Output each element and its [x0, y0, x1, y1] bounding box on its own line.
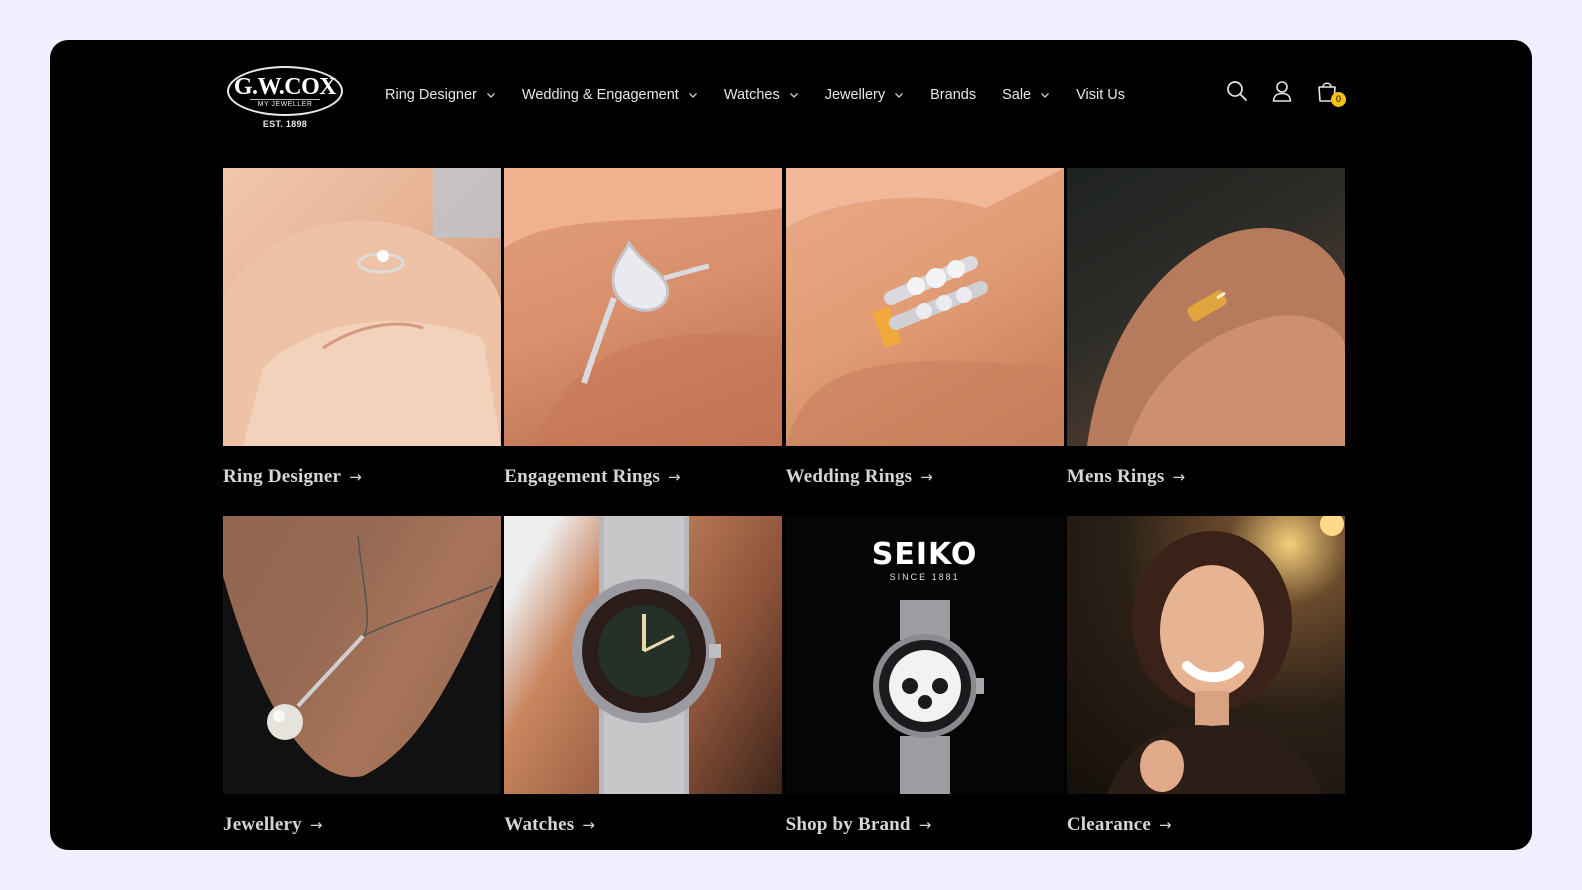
- category-label: Wedding Rings: [785, 466, 913, 487]
- category-link[interactable]: Mens Rings →: [1067, 466, 1345, 488]
- category-grid: Ring Designer → Engagement Rings → Weddi…: [223, 168, 1345, 850]
- stacked-rings-illustration: [785, 168, 1064, 446]
- account-icon: [1272, 81, 1292, 102]
- dive-watch-illustration: [572, 516, 722, 794]
- logo-wordmark: G.W.COX: [233, 74, 337, 100]
- category-card-jewellery[interactable]: Jewellery →: [223, 516, 501, 850]
- category-link[interactable]: Watches →: [504, 814, 782, 836]
- nav-item-label: Brands: [930, 87, 977, 103]
- arrow-right-icon: →: [309, 816, 323, 834]
- category-card-wedding-rings[interactable]: Wedding Rings →: [785, 168, 1064, 516]
- gw-cox-logo[interactable]: G.W.COX MY JEWELLER EST. 1898: [225, 64, 345, 132]
- cart-button[interactable]: 0: [1314, 78, 1346, 107]
- hand-ring-illustration: [223, 168, 501, 446]
- nav-item-visit-us[interactable]: Visit Us: [1076, 87, 1125, 103]
- arrow-right-icon: →: [920, 468, 934, 486]
- nav-item-wedding-engagement[interactable]: Wedding & Engagement: [522, 87, 698, 103]
- nav-item-label: Watches: [723, 87, 780, 103]
- arrow-right-icon: →: [1159, 816, 1172, 834]
- chevron-down-icon: [895, 93, 904, 98]
- category-card-watches[interactable]: Watches →: [504, 516, 783, 850]
- category-link[interactable]: Shop by Brand →: [786, 814, 1064, 836]
- pearl-pendant-illustration: [223, 516, 501, 794]
- cart-count-badge: 0: [1331, 92, 1346, 107]
- mens-ring-illustration: [1086, 227, 1345, 446]
- arrow-right-icon: →: [1172, 468, 1186, 486]
- pear-ring-illustration: [504, 168, 783, 446]
- logo-tagline: MY JEWELLER: [250, 99, 320, 109]
- nav-item-jewellery[interactable]: Jewellery: [825, 87, 904, 103]
- wedding-rings-image[interactable]: [785, 168, 1064, 446]
- chevron-down-icon: [789, 93, 798, 98]
- main-nav: Ring Designer Wedding & Engagement Watch…: [385, 84, 1151, 106]
- category-label: Shop by Brand: [785, 814, 911, 835]
- category-label: Engagement Rings: [504, 466, 661, 487]
- category-card-engagement-rings[interactable]: Engagement Rings →: [504, 168, 783, 516]
- category-link[interactable]: Ring Designer →: [223, 466, 501, 488]
- mens-rings-image[interactable]: [1066, 168, 1345, 446]
- header-actions: 0: [1224, 78, 1359, 107]
- storefront-frame: G.W.COX MY JEWELLER EST. 1898 Ring Desig…: [50, 40, 1532, 850]
- arrow-right-icon: →: [918, 816, 932, 834]
- logo-oval: G.W.COX MY JEWELLER: [227, 66, 343, 116]
- category-card-mens-rings[interactable]: Mens Rings →: [1066, 168, 1345, 516]
- logo-established: EST. 1898: [262, 119, 308, 129]
- category-label: Jewellery: [223, 814, 302, 835]
- nav-item-label: Wedding & Engagement: [521, 87, 679, 103]
- chevron-down-icon: [688, 93, 697, 98]
- search-button[interactable]: [1224, 78, 1250, 104]
- nav-item-label: Jewellery: [824, 87, 886, 103]
- smiling-woman-illustration: [1106, 516, 1344, 794]
- nav-item-brands[interactable]: Brands: [930, 87, 976, 103]
- category-card-ring-designer[interactable]: Ring Designer →: [223, 168, 501, 516]
- category-link[interactable]: Jewellery →: [223, 814, 501, 836]
- nav-item-label: Ring Designer: [385, 87, 477, 103]
- category-link[interactable]: Clearance →: [1067, 814, 1345, 836]
- arrow-right-icon: →: [582, 816, 596, 834]
- nav-item-ring-designer[interactable]: Ring Designer: [385, 87, 496, 103]
- chevron-down-icon: [486, 93, 495, 98]
- nav-item-label: Sale: [1002, 87, 1032, 103]
- seiko-chronograph-illustration: [872, 600, 984, 794]
- watches-image[interactable]: [504, 516, 783, 794]
- category-label: Mens Rings: [1066, 466, 1165, 487]
- engagement-rings-image[interactable]: [504, 168, 783, 446]
- arrow-right-icon: →: [349, 468, 362, 486]
- chevron-down-icon: [1041, 93, 1050, 98]
- nav-item-watches[interactable]: Watches: [724, 87, 799, 103]
- category-label: Ring Designer: [223, 466, 342, 487]
- category-card-shop-by-brand[interactable]: SEIKO SINCE 1881 Shop by Brand →: [785, 516, 1064, 850]
- ring-designer-image[interactable]: [223, 168, 501, 446]
- account-button[interactable]: [1269, 78, 1295, 104]
- category-label: Watches: [504, 814, 575, 835]
- category-link[interactable]: Engagement Rings →: [504, 466, 782, 488]
- arrow-right-icon: →: [668, 468, 681, 486]
- clearance-image[interactable]: [1066, 516, 1345, 794]
- shop-by-brand-image[interactable]: SEIKO SINCE 1881: [785, 516, 1064, 794]
- category-label: Clearance: [1066, 814, 1151, 835]
- category-link[interactable]: Wedding Rings →: [786, 466, 1064, 488]
- nav-item-label: Visit Us: [1076, 87, 1126, 103]
- category-card-clearance[interactable]: Clearance →: [1066, 516, 1345, 850]
- nav-item-sale[interactable]: Sale: [1002, 87, 1050, 103]
- jewellery-image[interactable]: [223, 516, 501, 794]
- search-icon: [1227, 81, 1247, 101]
